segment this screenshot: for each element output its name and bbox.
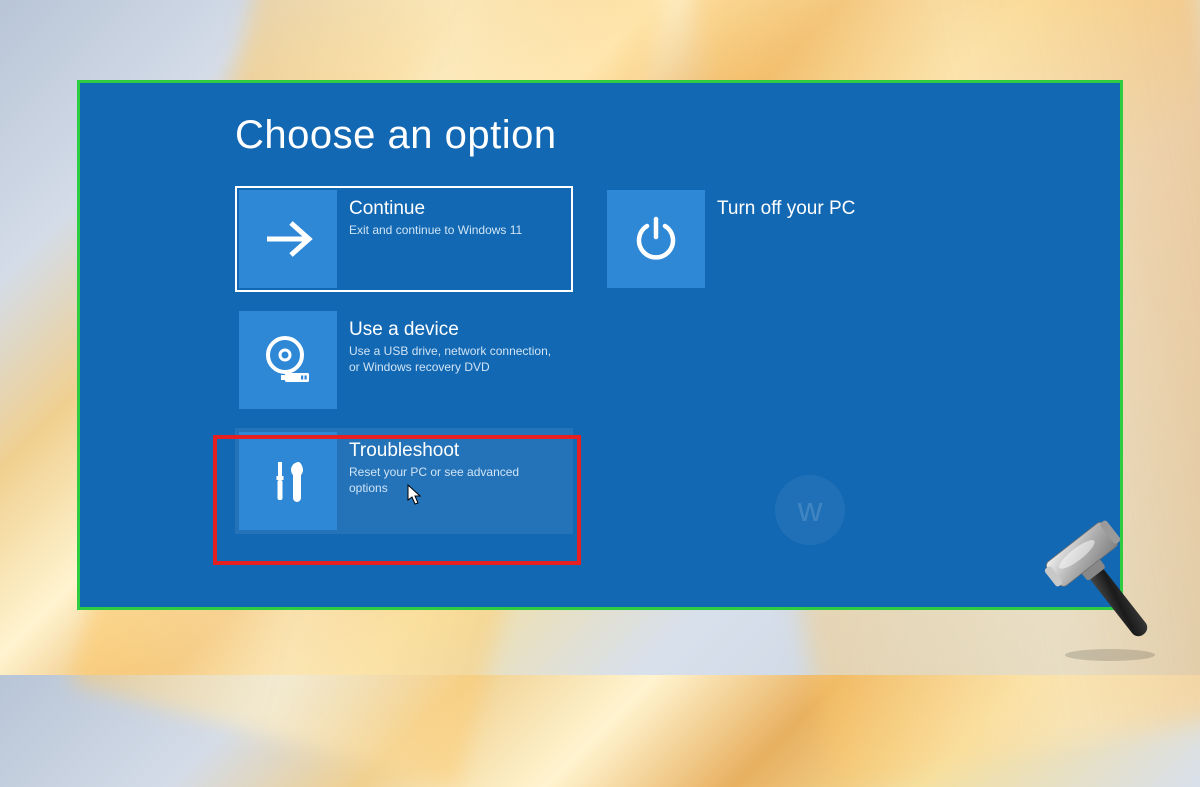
page-title: Choose an option	[235, 113, 965, 158]
recovery-environment-panel: Choose an option Continue Exit and conti…	[77, 80, 1123, 610]
troubleshoot-desc: Reset your PC or see advanced options	[349, 464, 557, 496]
continue-option[interactable]: Continue Exit and continue to Windows 11	[235, 186, 573, 292]
use-device-option[interactable]: Use a device Use a USB drive, network co…	[235, 307, 573, 413]
use-device-title: Use a device	[349, 319, 557, 341]
watermark-icon: w	[775, 475, 845, 545]
troubleshoot-title: Troubleshoot	[349, 440, 557, 462]
tools-icon	[239, 432, 337, 530]
turnoff-option[interactable]: Turn off your PC	[603, 186, 941, 292]
continue-title: Continue	[349, 198, 522, 220]
turnoff-title: Turn off your PC	[717, 198, 855, 220]
hammer-icon	[1032, 513, 1182, 663]
troubleshoot-option[interactable]: Troubleshoot Reset your PC or see advanc…	[235, 428, 573, 534]
disc-usb-icon	[239, 311, 337, 409]
options-grid: Continue Exit and continue to Windows 11…	[235, 186, 965, 534]
use-device-desc: Use a USB drive, network connection, or …	[349, 343, 557, 375]
continue-desc: Exit and continue to Windows 11	[349, 222, 522, 238]
power-icon	[607, 190, 705, 288]
mouse-cursor-icon	[407, 484, 423, 506]
arrow-right-icon	[239, 190, 337, 288]
